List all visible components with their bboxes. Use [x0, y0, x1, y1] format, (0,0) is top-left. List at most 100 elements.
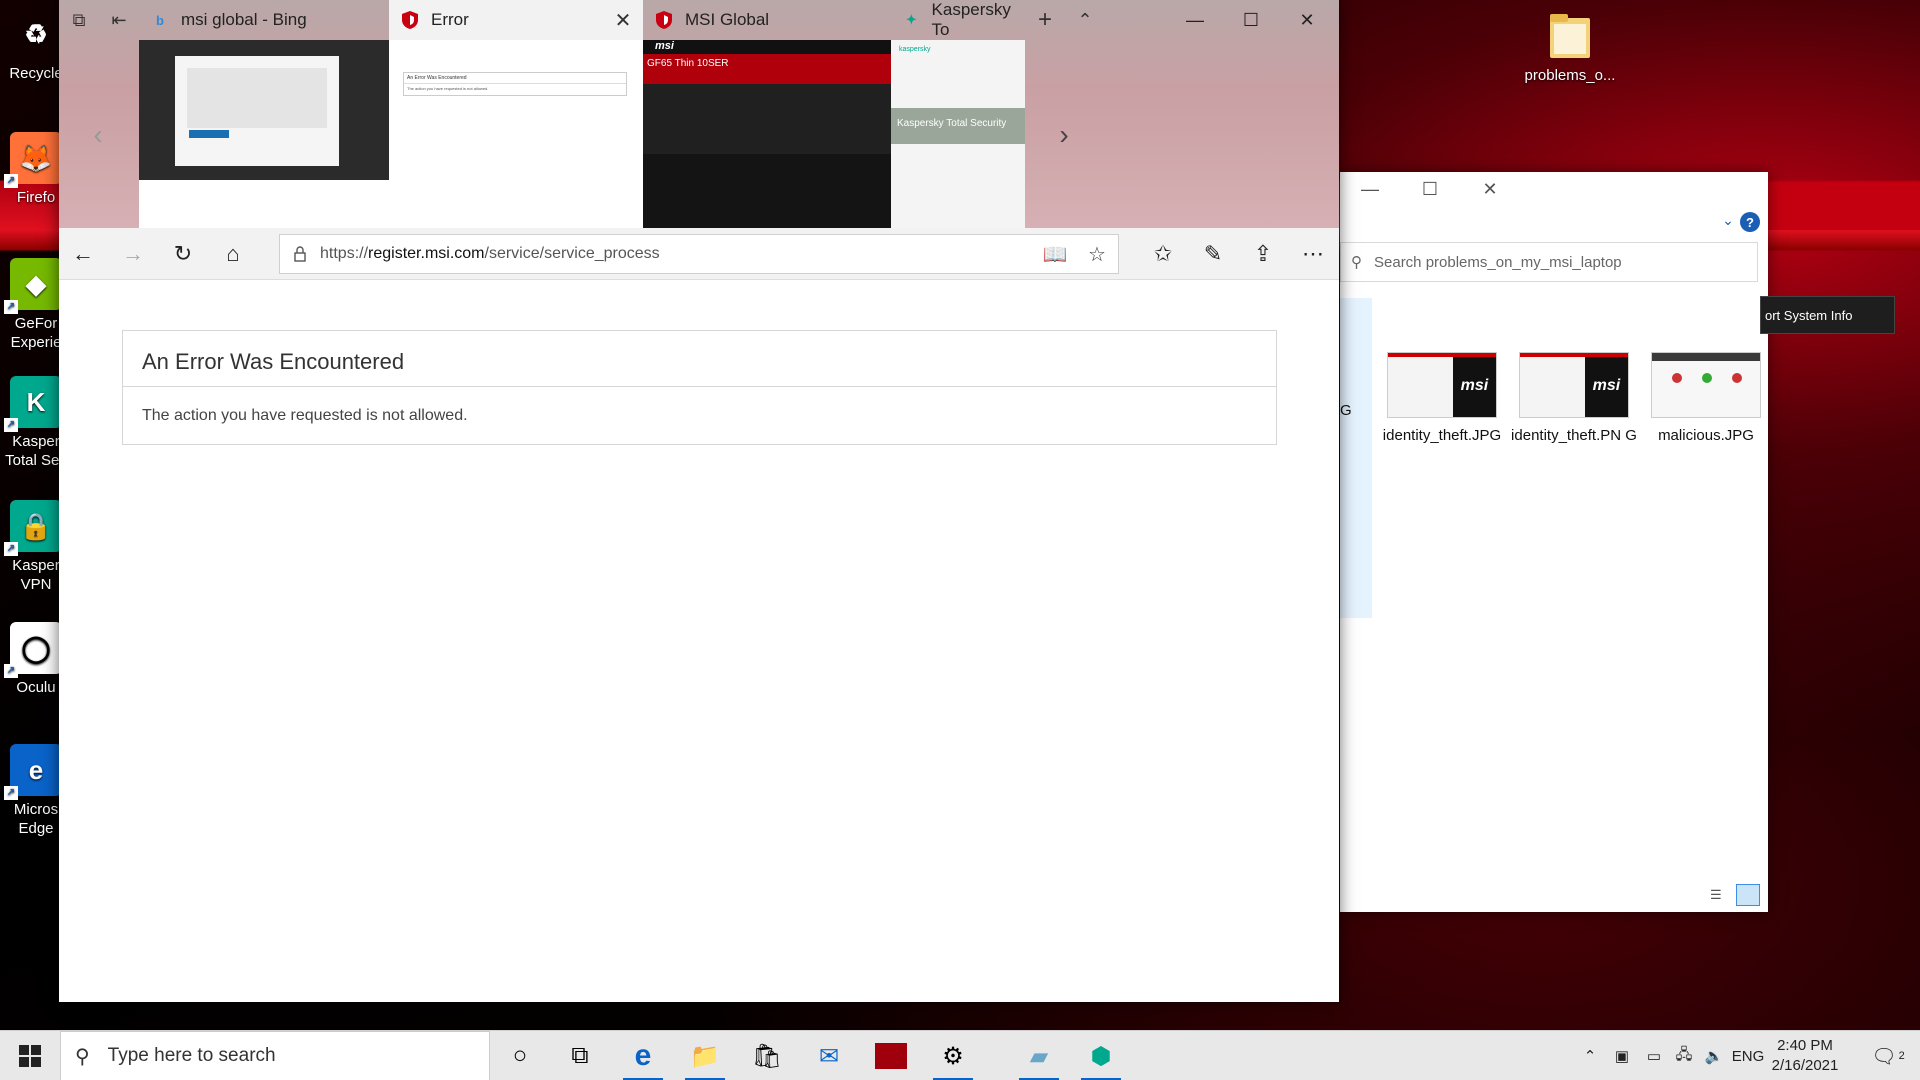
tab-preview: kaspersky Kaspersky Total Security	[891, 40, 1025, 228]
minimize-button[interactable]: —	[1167, 0, 1223, 40]
bing-icon: b	[156, 12, 164, 28]
desktop-folder-label: problems_o...	[1524, 67, 1616, 84]
shortcut-arrow-icon: ↗	[4, 418, 18, 432]
app-icon: K ↗	[4, 376, 62, 432]
explorer-minimize-button[interactable]: —	[1340, 172, 1400, 206]
search-icon: ⚲	[1351, 254, 1362, 271]
address-bar[interactable]: https://register.msi.com/service/service…	[279, 234, 1119, 274]
tab-scroll-left-icon[interactable]: ‹	[83, 115, 113, 155]
page-content: An Error Was Encountered The action you …	[59, 280, 1339, 1002]
kaspersky-icon: ✦	[905, 12, 917, 27]
edge-browser-window[interactable]: ⧉ ⇤ b msi global - Bing Error ✕ An Error…	[59, 0, 1339, 1002]
explorer-search-placeholder: Search problems_on_my_msi_laptop	[1374, 253, 1622, 271]
start-button[interactable]	[0, 1031, 60, 1080]
close-button[interactable]: ✕	[1279, 0, 1335, 40]
app-icon: e ↗	[4, 744, 62, 800]
tab-error[interactable]: Error ✕ An Error Was Encountered The act…	[389, 0, 643, 228]
desktop-icon-label: Recycle	[9, 65, 63, 82]
navigation-bar: ← → ↻ ⌂ https://register.msi.com/service…	[59, 228, 1339, 280]
favorite-star-icon[interactable]: ☆	[1076, 235, 1118, 273]
desktop-folder-problems[interactable]: problems_o...	[1520, 10, 1620, 85]
app-icon: ◯ ↗	[4, 622, 62, 678]
app-icon: 🔒 ↗	[4, 500, 62, 556]
details-view-icon[interactable]: ☰	[1710, 887, 1730, 905]
desktop-icon-label: Oculu	[16, 679, 56, 696]
app-icon: 🦊 ↗	[4, 132, 62, 188]
home-button[interactable]: ⌂	[213, 234, 253, 274]
share-icon[interactable]: ⇪	[1243, 234, 1283, 274]
url-text[interactable]: https://register.msi.com/service/service…	[320, 245, 1034, 263]
taskbar: ⚲ Type here to search ○ ⧉ e 📁 🛍 ✉ ⚙ ▰ ⬢ …	[0, 1030, 1920, 1080]
file-explorer-window[interactable]: — ☐ ✕ ⌄ ? ⚲ Search problems_on_my_msi_la…	[1340, 172, 1768, 912]
add-notes-icon[interactable]: ✎	[1193, 234, 1233, 274]
shortcut-arrow-icon: ↗	[4, 786, 18, 800]
explorer-close-button[interactable]: ✕	[1460, 172, 1520, 206]
favorites-hub-icon[interactable]: ✩	[1143, 234, 1183, 274]
more-menu-icon[interactable]: ⋯	[1293, 234, 1333, 274]
tab-scroll-right-icon[interactable]: ›	[1049, 115, 1079, 155]
set-tabs-aside-icon[interactable]: ⇤	[99, 0, 139, 40]
file-explorer-taskbar-icon[interactable]: 📁	[675, 1031, 735, 1080]
tab-title: MSI Global	[685, 10, 770, 29]
clock-time: 2:40 PM	[1777, 1037, 1833, 1054]
file-item-malicious-jpg[interactable]: malicious.JPG	[1640, 352, 1772, 445]
task-view-icon[interactable]: ⧉	[550, 1031, 610, 1080]
file-name: malicious.JPG	[1658, 427, 1754, 444]
tab-preview: msi GF65 Thin 10SER	[643, 40, 891, 228]
wallpaper-red-band	[1768, 182, 1920, 230]
forward-button[interactable]: →	[113, 234, 153, 274]
tab-title: Kaspersky To	[931, 0, 1011, 39]
action-center-icon[interactable]: 🗨 2	[1862, 1031, 1914, 1080]
volume-icon[interactable]: 🔈	[1698, 1031, 1730, 1080]
edge-taskbar-icon[interactable]: e	[613, 1031, 673, 1080]
maximize-button[interactable]: ☐	[1223, 0, 1279, 40]
desktop-icon-label: Micros Edge	[13, 801, 59, 837]
file-item-identity-theft-png[interactable]: msi identity_theft.PN G	[1508, 352, 1640, 445]
explorer-maximize-button[interactable]: ☐	[1400, 172, 1460, 206]
shortcut-arrow-icon: ↗	[4, 664, 18, 678]
notes-taskbar-icon[interactable]: ▰	[1009, 1031, 1069, 1080]
tab-preview: An Error Was Encountered The action you …	[389, 40, 643, 228]
cortana-icon[interactable]: ○	[490, 1031, 550, 1080]
tab-close-icon[interactable]: ✕	[611, 8, 635, 32]
report-system-info-button[interactable]: ort System Info	[1760, 296, 1895, 334]
desktop-icon-label: Kasper VPN	[12, 557, 60, 593]
reading-view-icon[interactable]: 📖	[1034, 235, 1076, 273]
taskbar-search-box[interactable]: ⚲ Type here to search	[60, 1031, 490, 1080]
search-icon: ⚲	[75, 1045, 90, 1068]
tab-kaspersky[interactable]: ✦ Kaspersky To kaspersky Kaspersky Total…	[891, 0, 1025, 228]
desktop-icon-label: Kasper Total Sec	[5, 433, 67, 469]
shortcut-arrow-icon: ↗	[4, 300, 18, 314]
report-system-info-label: ort System Info	[1765, 307, 1853, 323]
explorer-search-input[interactable]: ⚲ Search problems_on_my_msi_laptop	[1340, 242, 1758, 282]
msi-dragon-taskbar-icon[interactable]	[861, 1031, 921, 1080]
shortcut-arrow-icon: ↗	[4, 542, 18, 556]
settings-taskbar-icon[interactable]: ⚙	[923, 1031, 983, 1080]
ribbon-expand-icon[interactable]: ⌄	[1718, 212, 1738, 232]
url-host: register.msi.com	[368, 245, 485, 262]
refresh-button[interactable]: ↻	[163, 234, 203, 274]
help-icon[interactable]: ?	[1740, 212, 1760, 232]
system-clock[interactable]: 2:40 PM 2/16/2021	[1760, 1036, 1850, 1076]
tab-msi-global[interactable]: MSI Global msi GF65 Thin 10SER	[643, 0, 891, 228]
battery-icon[interactable]: ▭	[1638, 1031, 1670, 1080]
back-button[interactable]: ←	[63, 234, 103, 274]
mail-taskbar-icon[interactable]: ✉	[799, 1031, 859, 1080]
new-tab-button[interactable]: +	[1025, 0, 1065, 40]
selected-item-partial[interactable]	[1340, 298, 1372, 618]
tabs-aside-icon[interactable]: ⧉	[59, 0, 99, 40]
desktop-icon-label: Firefo	[16, 189, 56, 206]
shortcut-arrow-icon: ↗	[4, 174, 18, 188]
tab-msi-global-bing[interactable]: b msi global - Bing	[139, 0, 389, 228]
msi-shield-icon	[401, 11, 419, 29]
collapse-tab-previews-icon[interactable]: ⌃	[1065, 0, 1105, 40]
partial-file-label: G	[1340, 402, 1352, 419]
meet-now-icon[interactable]: ▣	[1606, 1031, 1638, 1080]
file-item-identity-theft-jpg[interactable]: msi identity_theft.JPG	[1376, 352, 1508, 445]
large-icons-view-icon[interactable]	[1736, 884, 1760, 906]
windows-logo-icon	[19, 1045, 41, 1067]
store-taskbar-icon[interactable]: 🛍	[737, 1031, 797, 1080]
kaspersky-taskbar-icon[interactable]: ⬢	[1071, 1031, 1131, 1080]
network-icon[interactable]: 🖧	[1668, 1031, 1700, 1080]
show-hidden-icons-icon[interactable]: ⌃	[1574, 1031, 1606, 1080]
